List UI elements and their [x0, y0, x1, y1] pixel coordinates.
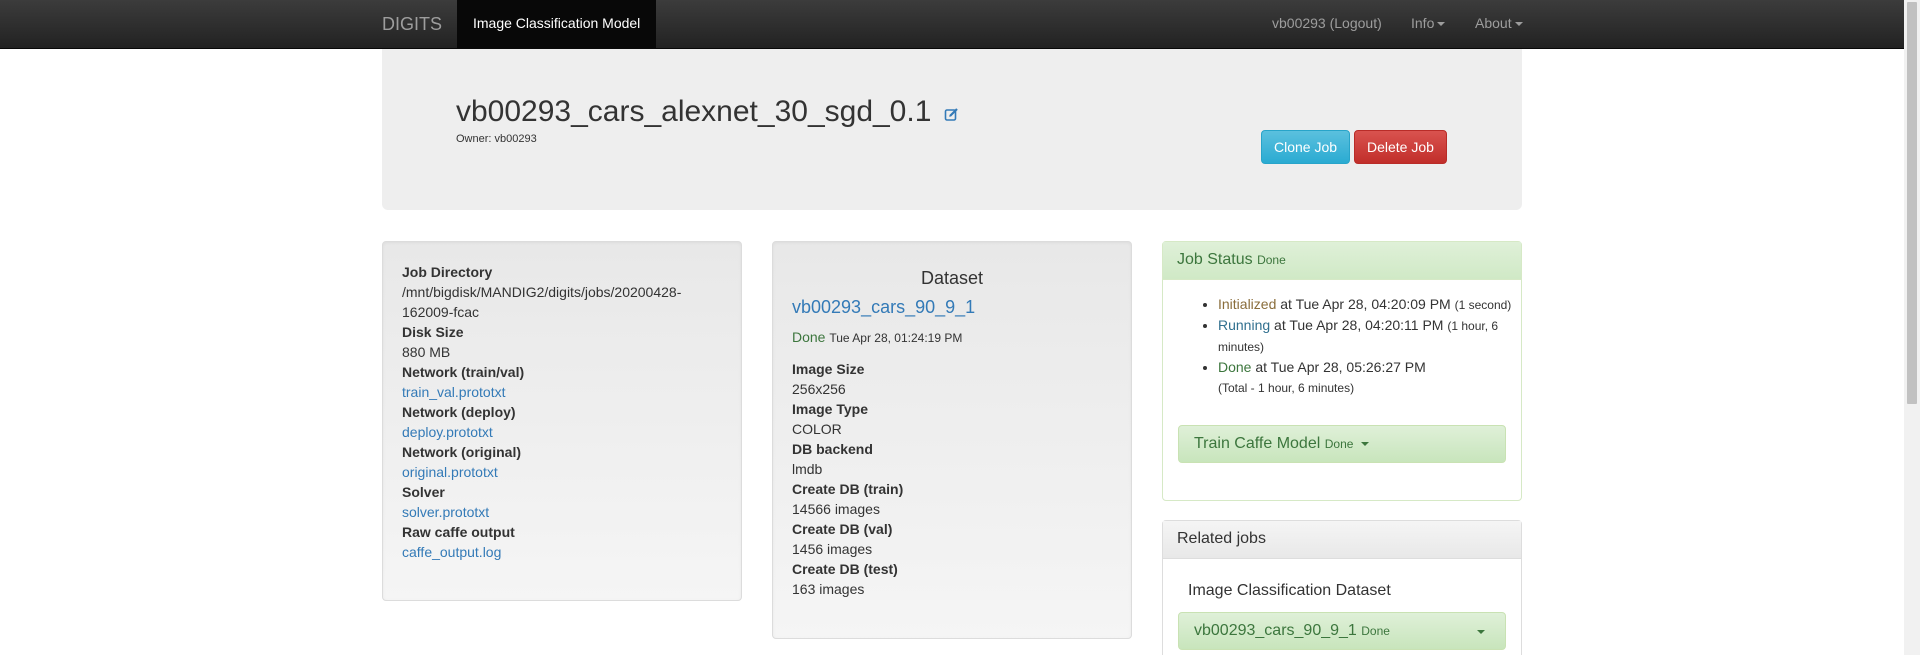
- deploy-prototxt-link[interactable]: deploy.prototxt: [402, 424, 493, 440]
- related-dataset-dropdown[interactable]: vb00293_cars_90_9_1 Done: [1178, 612, 1506, 650]
- info-menu[interactable]: Info: [1411, 0, 1446, 46]
- clone-job-button[interactable]: Clone Job: [1261, 130, 1351, 164]
- top-navbar: DIGITS Image Classification Model vb0029…: [0, 0, 1904, 49]
- caret-down-icon: [1477, 630, 1485, 634]
- train-val-prototxt-link[interactable]: train_val.prototxt: [402, 384, 506, 400]
- job-details-panel: Job Directory /mnt/bigdisk/MANDIG2/digit…: [382, 241, 742, 601]
- job-status-state: Done: [1257, 253, 1286, 267]
- image-size-value: 256x256: [792, 381, 846, 397]
- caret-down-icon: [1360, 441, 1369, 446]
- original-prototxt-link[interactable]: original.prototxt: [402, 464, 498, 480]
- logout-link[interactable]: vb00293 (Logout): [1272, 0, 1382, 46]
- solver-prototxt-link[interactable]: solver.prototxt: [402, 504, 489, 520]
- detail-label: Create DB (val): [792, 521, 893, 537]
- dataset-status-time: Tue Apr 28, 01:24:19 PM: [829, 331, 963, 345]
- detail-label: Disk Size: [402, 324, 464, 340]
- job-directory-value: /mnt/bigdisk/MANDIG2/digits/jobs/2020042…: [402, 284, 682, 320]
- status-time: at Tue Apr 28, 04:20:09 PM: [1276, 296, 1455, 312]
- nav-active-page[interactable]: Image Classification Model: [457, 0, 657, 49]
- job-title: vb00293_cars_alexnet_30_sgd_0.1: [456, 95, 959, 130]
- create-db-test-value: 163 images: [792, 581, 865, 597]
- status-time: at Tue Apr 28, 05:26:27 PM: [1251, 359, 1426, 375]
- status-total: (Total - 1 hour, 6 minutes): [1218, 381, 1355, 395]
- delete-job-button[interactable]: Delete Job: [1354, 130, 1447, 164]
- disk-size-value: 880 MB: [402, 344, 451, 360]
- create-db-val-value: 1456 images: [792, 541, 873, 557]
- caret-down-icon: [1514, 22, 1523, 27]
- train-task-dropdown[interactable]: Train Caffe Model Done: [1178, 425, 1506, 463]
- job-status-panel: Job Status Done Initialized at Tue Apr 2…: [1162, 241, 1522, 501]
- job-owner: Owner: vb00293: [456, 133, 537, 145]
- job-header: vb00293_cars_alexnet_30_sgd_0.1 Owner: v…: [382, 49, 1522, 210]
- train-task-label: Train Caffe Model: [1194, 435, 1321, 452]
- dataset-panel: Dataset vb00293_cars_90_9_1 Done Tue Apr…: [772, 241, 1132, 639]
- dataset-status-text: Done: [792, 329, 826, 345]
- dataset-link[interactable]: vb00293_cars_90_9_1: [792, 297, 975, 318]
- status-running: Running at Tue Apr 28, 04:20:11 PM (1 ho…: [1218, 315, 1518, 357]
- status-word: Done: [1218, 359, 1252, 375]
- job-status-title: Job Status: [1177, 251, 1253, 268]
- train-task-state: Done: [1324, 437, 1354, 451]
- dataset-details-list: Image Size 256x256 Image Type COLOR DB b…: [792, 359, 1112, 599]
- status-time: at Tue Apr 28, 04:20:11 PM: [1270, 317, 1448, 333]
- job-title-text: vb00293_cars_alexnet_30_sgd_0.1: [456, 95, 932, 128]
- status-initialized: Initialized at Tue Apr 28, 04:20:09 PM (…: [1218, 294, 1518, 315]
- caffe-output-log-link[interactable]: caffe_output.log: [402, 544, 501, 560]
- dataset-status: Done Tue Apr 28, 01:24:19 PM: [792, 329, 962, 345]
- brand-link[interactable]: DIGITS: [382, 14, 442, 35]
- image-type-value: COLOR: [792, 421, 842, 437]
- db-backend-value: lmdb: [792, 461, 823, 477]
- info-menu-label: Info: [1411, 15, 1435, 31]
- edit-icon[interactable]: [944, 96, 959, 130]
- caret-down-icon: [1437, 22, 1446, 27]
- detail-label: Create DB (train): [792, 481, 904, 497]
- status-duration: (1 second): [1454, 298, 1512, 312]
- related-dataset-name: vb00293_cars_90_9_1: [1194, 622, 1357, 639]
- related-jobs-subheading: Image Classification Dataset: [1188, 582, 1391, 599]
- related-jobs-panel: Related jobs Image Classification Datase…: [1162, 520, 1522, 655]
- about-menu[interactable]: About: [1475, 0, 1523, 46]
- related-dataset-state: Done: [1361, 624, 1390, 638]
- job-details-list: Job Directory /mnt/bigdisk/MANDIG2/digit…: [402, 262, 722, 562]
- detail-label: Create DB (test): [792, 561, 898, 577]
- status-word: Running: [1218, 317, 1271, 333]
- job-status-heading: Job Status Done: [1163, 242, 1521, 280]
- status-word: Initialized: [1218, 296, 1277, 312]
- related-jobs-heading: Related jobs: [1163, 521, 1521, 559]
- job-status-timeline: Initialized at Tue Apr 28, 04:20:09 PM (…: [1218, 294, 1518, 398]
- status-done: Done at Tue Apr 28, 05:26:27 PM (Total -…: [1218, 357, 1518, 398]
- detail-label: Job Directory: [402, 264, 493, 280]
- detail-label: Solver: [402, 484, 445, 500]
- detail-label: Network (original): [402, 444, 522, 460]
- detail-label: DB backend: [792, 441, 873, 457]
- detail-label: Network (train/val): [402, 364, 525, 380]
- detail-label: Raw caffe output: [402, 524, 515, 540]
- detail-label: Network (deploy): [402, 404, 516, 420]
- detail-label: Image Size: [792, 361, 865, 377]
- about-menu-label: About: [1475, 15, 1512, 31]
- scrollbar-thumb[interactable]: [1907, 2, 1917, 404]
- dataset-heading: Dataset: [920, 268, 984, 288]
- page-scrollbar[interactable]: [1904, 0, 1920, 655]
- create-db-train-value: 14566 images: [792, 501, 880, 517]
- detail-label: Image Type: [792, 401, 868, 417]
